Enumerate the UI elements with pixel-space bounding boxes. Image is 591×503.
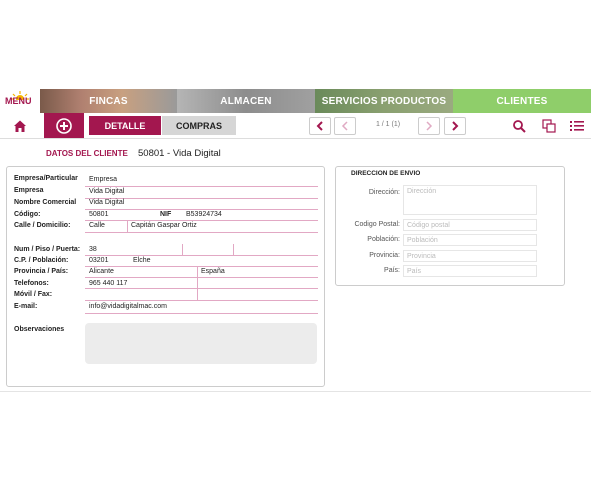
tab-detalle-label: DETALLE bbox=[104, 120, 146, 131]
label-pais: País: bbox=[384, 267, 400, 274]
record-title: 50801 - Vida Digital bbox=[138, 148, 221, 159]
footer-divider bbox=[0, 391, 591, 392]
label-codigo: Código: bbox=[14, 211, 41, 218]
copy-icon bbox=[542, 118, 556, 133]
label-codigo-postal: Codigo Postal: bbox=[354, 221, 400, 228]
search-button[interactable] bbox=[508, 113, 530, 138]
tab-clientes[interactable]: CLIENTES bbox=[453, 89, 591, 113]
label-email: E-mail: bbox=[14, 303, 38, 310]
prev-page-button[interactable] bbox=[334, 117, 356, 135]
poblacion-input[interactable]: Población bbox=[403, 234, 537, 246]
section-label: DATOS DEL CLIENTE bbox=[46, 149, 128, 158]
label-nif: NIF bbox=[160, 211, 172, 218]
shipping-title: DIRECCION DE ENVIO bbox=[351, 170, 421, 177]
provincia-input[interactable]: Provincia bbox=[403, 250, 537, 262]
tab-servicios-productos-label: SERVICIOS PRODUCTOS bbox=[321, 95, 447, 107]
tab-compras-label: COMPRAS bbox=[175, 120, 222, 131]
pagination-indicator: 1 / 1 (1) bbox=[375, 121, 401, 128]
label-nombre-comercial: Nombre Comercial bbox=[14, 199, 77, 206]
plus-circle-icon bbox=[56, 117, 72, 134]
label-direccion: Dirección: bbox=[368, 189, 400, 196]
calle-tipo-field[interactable]: Calle bbox=[89, 222, 105, 229]
tab-fincas[interactable]: FINCAS bbox=[40, 89, 177, 113]
main-nav: FINCAS ALMACEN SERVICIOS PRODUCTOS CLIEN… bbox=[40, 89, 591, 113]
duplicate-button[interactable] bbox=[538, 113, 560, 138]
nif-field[interactable]: B53924734 bbox=[186, 211, 222, 218]
tab-almacen-label: ALMACEN bbox=[220, 95, 272, 107]
label-num-piso: Num / Piso / Puerta: bbox=[14, 246, 81, 253]
tab-detalle[interactable]: DETALLE bbox=[89, 116, 161, 135]
home-icon bbox=[14, 120, 26, 132]
tab-fincas-label: FINCAS bbox=[89, 95, 128, 107]
empresa-particular-field[interactable]: Empresa bbox=[89, 176, 117, 183]
tab-clientes-label: CLIENTES bbox=[496, 95, 548, 107]
chevron-right-icon bbox=[452, 121, 459, 131]
home-button[interactable] bbox=[8, 113, 32, 138]
next-page-button[interactable] bbox=[418, 117, 440, 135]
label-observaciones: Observaciones bbox=[14, 326, 65, 333]
label-calle: Calle / Domicilio: bbox=[14, 222, 71, 229]
telefono-field[interactable]: 965 440 117 bbox=[89, 280, 127, 287]
nombre-comercial-field[interactable]: Vida Digital bbox=[89, 199, 124, 206]
poblacion-field[interactable]: Elche bbox=[133, 257, 151, 264]
cp-field[interactable]: 03201 bbox=[89, 257, 108, 264]
first-page-button[interactable] bbox=[309, 117, 331, 135]
codigo-field[interactable]: 50801 bbox=[89, 211, 108, 218]
label-telefonos: Telefonos: bbox=[14, 280, 49, 287]
chevron-left-icon bbox=[316, 121, 323, 131]
label-provincia: Provincia: bbox=[369, 252, 400, 259]
provincia-field[interactable]: Alicante bbox=[89, 268, 114, 275]
pais-field[interactable]: España bbox=[201, 268, 225, 275]
chevron-right-icon bbox=[426, 121, 433, 131]
tab-servicios-productos[interactable]: SERVICIOS PRODUCTOS bbox=[315, 89, 453, 113]
list-icon bbox=[570, 120, 584, 131]
label-movil-fax: Móvil / Fax: bbox=[14, 291, 53, 298]
codigo-postal-input[interactable]: Código postal bbox=[403, 219, 537, 231]
add-button[interactable] bbox=[44, 113, 84, 138]
calle-nombre-field[interactable]: Capitán Gaspar Ortiz bbox=[131, 222, 197, 229]
search-icon bbox=[513, 119, 526, 133]
label-empresa: Empresa bbox=[14, 187, 44, 194]
toolbar: DETALLE COMPRAS 1 / 1 (1) bbox=[0, 113, 591, 139]
list-view-button[interactable] bbox=[566, 113, 588, 138]
chevron-left-icon bbox=[341, 121, 348, 131]
label-provincia-pais: Provincia / País: bbox=[14, 268, 69, 275]
last-page-button[interactable] bbox=[444, 117, 466, 135]
direccion-input[interactable]: Dirección bbox=[403, 185, 537, 215]
menu-label: MENU bbox=[5, 96, 32, 106]
pais-input[interactable]: País bbox=[403, 265, 537, 277]
menu-button[interactable]: MENU bbox=[0, 89, 40, 113]
tab-compras[interactable]: COMPRAS bbox=[162, 116, 236, 135]
empresa-field[interactable]: Vida Digital bbox=[89, 188, 124, 195]
label-poblacion: Población: bbox=[367, 236, 400, 243]
tab-almacen[interactable]: ALMACEN bbox=[177, 89, 315, 113]
label-cp-poblacion: C.P. / Población: bbox=[14, 257, 69, 264]
label-empresa-particular: Empresa/Particular bbox=[14, 175, 78, 182]
email-field[interactable]: info@vidadigitalmac.com bbox=[89, 303, 167, 310]
observaciones-textarea[interactable] bbox=[85, 323, 317, 364]
num-field[interactable]: 38 bbox=[89, 246, 97, 253]
